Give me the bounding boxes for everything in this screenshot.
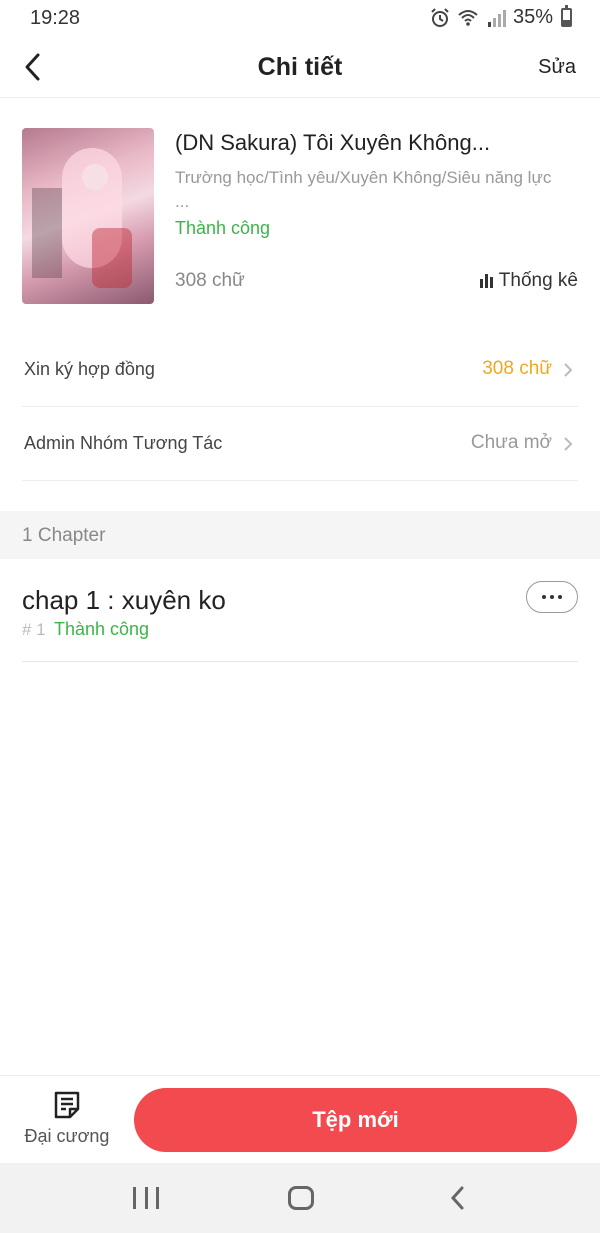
chevron-right-icon xyxy=(564,363,573,377)
row-admin-group-value: Chưa mở xyxy=(470,432,552,453)
nav-back-icon[interactable] xyxy=(448,1185,468,1211)
status-time: 19:28 xyxy=(30,7,81,29)
status-icons: 35% xyxy=(429,5,572,29)
row-admin-group[interactable]: Admin Nhóm Tương Tác Chưa mở xyxy=(22,407,578,481)
status-bar: 19:28 35% xyxy=(0,0,600,38)
book-tags-overflow: ... xyxy=(175,192,190,211)
battery-icon xyxy=(561,5,572,27)
bottom-action-bar: Đại cương Tệp mới xyxy=(0,1075,600,1163)
system-nav-bar xyxy=(0,1163,600,1233)
document-icon xyxy=(54,1091,80,1119)
book-title: (DN Sakura) Tôi Xuyên Không... xyxy=(175,130,491,155)
book-tags-text: Trường học/Tình yêu/Xuyên Không/Siêu năn… xyxy=(175,168,552,187)
dot-icon xyxy=(550,595,554,599)
stats-label: Thống kê xyxy=(498,270,578,291)
dot-icon xyxy=(558,595,562,599)
book-info: (DN Sakura) Tôi Xuyên Không... Trường họ… xyxy=(22,128,578,304)
wifi-icon xyxy=(458,9,478,26)
edit-button[interactable]: Sửa xyxy=(538,56,576,79)
chapter-count: 1 Chapter xyxy=(22,525,106,546)
chapter-title: chap 1 : xuyên ko xyxy=(22,585,226,615)
dot-icon xyxy=(542,595,546,599)
row-contract-label: Xin ký hợp đồng xyxy=(24,359,155,379)
book-cover-image[interactable] xyxy=(22,128,154,304)
chapter-number: # 1 xyxy=(22,620,46,639)
chapter-status: Thành công xyxy=(54,619,150,639)
chapter-list-item[interactable]: chap 1 : xuyên ko # 1 Thành công xyxy=(22,559,578,662)
new-chapter-button[interactable]: Tệp mới xyxy=(134,1088,577,1152)
battery-percent: 35% xyxy=(512,6,553,28)
book-word-count: 308 chữ xyxy=(175,270,245,291)
book-status: Thành công xyxy=(175,218,271,238)
row-admin-group-label: Admin Nhóm Tương Tác xyxy=(24,433,223,453)
stats-button[interactable]: Thống kê xyxy=(479,270,578,292)
outline-button[interactable]: Đại cương xyxy=(20,1090,114,1154)
book-tags: Trường học/Tình yêu/Xuyên Không/Siêu năn… xyxy=(175,166,575,214)
recent-apps-icon[interactable] xyxy=(133,1187,159,1209)
alarm-icon xyxy=(431,7,449,27)
signal-icon xyxy=(487,9,506,27)
more-options-button[interactable] xyxy=(526,581,578,613)
chevron-right-icon xyxy=(564,437,573,451)
row-contract-value: 308 chữ xyxy=(482,358,552,379)
bar-chart-icon xyxy=(479,274,493,288)
chapter-section-header: 1 Chapter xyxy=(0,511,600,559)
outline-label: Đại cương xyxy=(24,1126,110,1146)
home-icon[interactable] xyxy=(288,1186,314,1210)
row-contract[interactable]: Xin ký hợp đồng 308 chữ xyxy=(22,333,578,407)
header: Chi tiết Sửa xyxy=(0,38,600,98)
page-title: Chi tiết xyxy=(257,53,343,81)
